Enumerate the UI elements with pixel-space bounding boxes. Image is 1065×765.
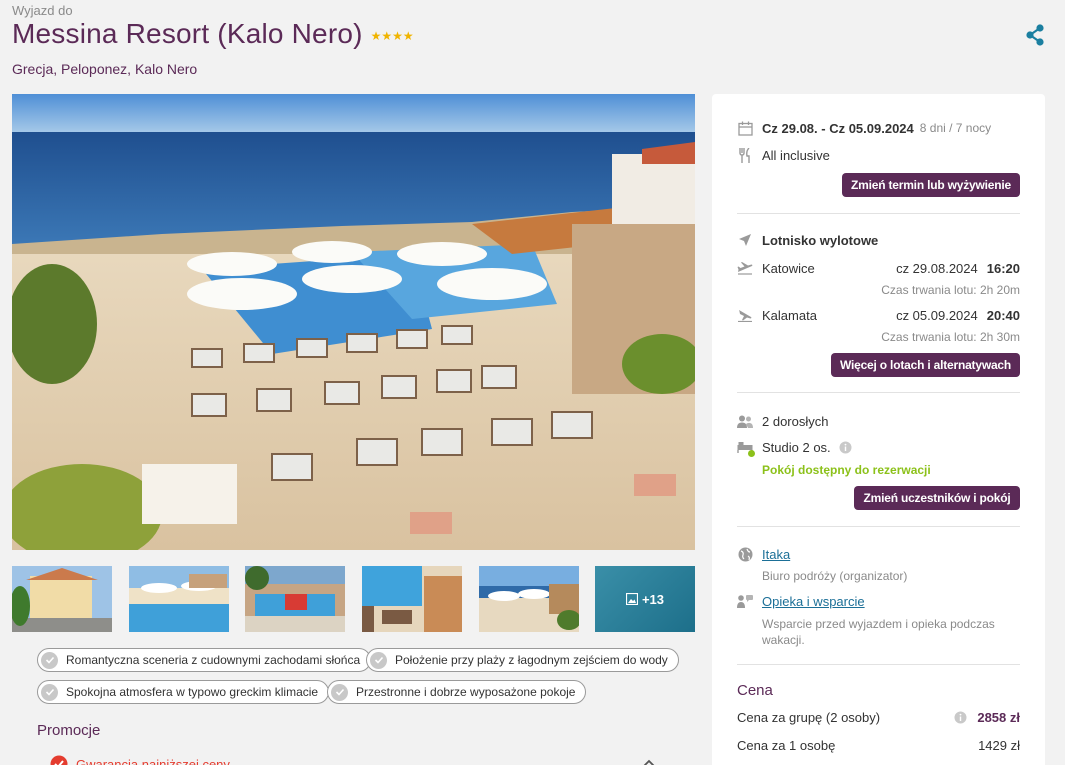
- feature-label: Położenie przy plaży z łagodnym zejściem…: [395, 653, 668, 667]
- plane-takeoff-icon: [737, 260, 753, 276]
- info-icon[interactable]: [839, 441, 852, 454]
- feature-label: Spokojna atmosfera w typowo greckim klim…: [66, 685, 319, 699]
- flight-city: Kalamata: [762, 307, 817, 323]
- promotion-badge-icon: [50, 755, 68, 765]
- price-person-value: 1429 zł: [978, 738, 1020, 753]
- support-row: Opieka i wsparcie: [737, 593, 865, 609]
- info-icon[interactable]: [954, 711, 967, 724]
- globe-icon: [737, 546, 753, 562]
- travellers-row: 2 dorosłych: [737, 413, 828, 429]
- more-photos-button[interactable]: +13: [595, 566, 695, 632]
- airport-row: Lotnisko wylotowe: [737, 232, 878, 248]
- check-icon: [331, 683, 348, 701]
- flight-date: cz 29.08.2024: [896, 260, 978, 276]
- board-row: All inclusive: [737, 147, 830, 163]
- organizer-note: Biuro podróży (organizator): [762, 569, 908, 583]
- feature-label: Romantyczna sceneria z cudownymi zachoda…: [66, 653, 361, 667]
- calendar-icon: [737, 120, 753, 136]
- check-icon: [370, 651, 387, 669]
- flight-time: 20:40: [986, 307, 1020, 323]
- more-photos-count: +13: [641, 591, 665, 607]
- flight-time: 16:20: [986, 260, 1020, 276]
- star-rating: ★★★★: [370, 29, 414, 43]
- price-group-value: 2858 zł: [977, 710, 1020, 725]
- feature-chip: Spokojna atmosfera w typowo greckim klim…: [37, 680, 330, 704]
- location-arrow-icon: [737, 232, 753, 248]
- travel-dates: Cz 29.08. - Cz 05.09.2024: [762, 120, 914, 136]
- travel-duration: 8 dni / 7 nocy: [919, 121, 992, 135]
- room-type: Studio 2 os.: [762, 439, 831, 455]
- flight-date: cz 05.09.2024: [896, 307, 978, 323]
- room-availability: Pokój dostępny do rezerwacji: [762, 463, 931, 477]
- main-photo[interactable]: [12, 94, 695, 550]
- room-row: Studio 2 os.: [737, 439, 852, 457]
- hotel-location: Grecja, Peloponez, Kalo Nero: [12, 61, 198, 77]
- divider: [737, 664, 1020, 665]
- share-icon[interactable]: [1024, 24, 1046, 46]
- feature-chip: Romantyczna sceneria z cudownymi zachoda…: [37, 648, 372, 672]
- change-term-button[interactable]: Zmień termin lub wyżywienie: [842, 173, 1020, 197]
- flight-return: Kalamata cz 05.09.2024 20:40: [737, 307, 1020, 323]
- thumbnail[interactable]: [245, 566, 345, 632]
- flights-more-button[interactable]: Więcej o lotach i alternatywach: [831, 353, 1020, 377]
- flight-duration: Czas trwania lotu: 2h 30m: [881, 330, 1020, 344]
- dates-row: Cz 29.08. - Cz 05.09.2024 8 dni / 7 nocy: [737, 120, 991, 136]
- title-row: Messina Resort (Kalo Nero) ★★★★: [12, 18, 414, 50]
- price-person-row: Cena za 1 osobę 1429 zł: [737, 738, 1020, 753]
- support-link[interactable]: Opieka i wsparcie: [762, 594, 865, 609]
- price-title: Cena: [737, 682, 773, 699]
- organizer-row: Itaka: [737, 546, 790, 562]
- support-chat-icon: [737, 593, 753, 609]
- bed-icon: [737, 439, 755, 457]
- organizer-link[interactable]: Itaka: [762, 547, 790, 562]
- thumbnail[interactable]: [129, 566, 229, 632]
- check-icon: [41, 683, 58, 701]
- hotel-title: Messina Resort (Kalo Nero): [12, 18, 363, 49]
- price-group-row: Cena za grupę (2 osoby) 2858 zł: [737, 710, 1020, 725]
- price-group-label: Cena za grupę (2 osoby): [737, 710, 881, 725]
- plane-landing-icon: [737, 307, 753, 323]
- thumbnail[interactable]: [12, 566, 112, 632]
- feature-chip: Przestronne i dobrze wyposażone pokoje: [327, 680, 587, 704]
- chevron-up-icon[interactable]: [643, 756, 655, 765]
- price-person-label: Cena za 1 osobę: [737, 738, 836, 753]
- availability-dot: [748, 450, 755, 457]
- promotions-title: Promocje: [37, 722, 101, 739]
- thumbnail-strip: +13: [12, 566, 695, 632]
- flight-duration: Czas trwania lotu: 2h 20m: [881, 283, 1020, 297]
- gallery-icon: [625, 593, 638, 605]
- travellers-count: 2 dorosłych: [762, 413, 829, 429]
- promotion-label: Gwarancja najniższej ceny: [76, 756, 230, 765]
- board-type: All inclusive: [762, 147, 830, 163]
- flight-outbound: Katowice cz 29.08.2024 16:20: [737, 260, 1020, 276]
- support-note: Wsparcie przed wyjazdem i opieka podczas…: [762, 617, 995, 647]
- booking-panel: Cz 29.08. - Cz 05.09.2024 8 dni / 7 nocy…: [712, 94, 1045, 765]
- page-kicker: Wyjazd do: [12, 3, 73, 18]
- check-icon: [41, 651, 58, 669]
- feature-label: Przestronne i dobrze wyposażone pokoje: [356, 685, 576, 699]
- change-room-button[interactable]: Zmień uczestników i pokój: [854, 486, 1020, 510]
- divider: [737, 213, 1020, 214]
- flight-city: Katowice: [762, 260, 815, 276]
- promotion-item[interactable]: Gwarancja najniższej ceny: [50, 755, 230, 765]
- feature-chip: Położenie przy plaży z łagodnym zejściem…: [366, 648, 679, 672]
- airport-label: Lotnisko wylotowe: [762, 232, 879, 248]
- divider: [737, 526, 1020, 527]
- thumbnail[interactable]: [362, 566, 462, 632]
- thumbnail[interactable]: [479, 566, 579, 632]
- cutlery-icon: [737, 147, 753, 163]
- divider: [737, 392, 1020, 393]
- people-icon: [737, 413, 753, 429]
